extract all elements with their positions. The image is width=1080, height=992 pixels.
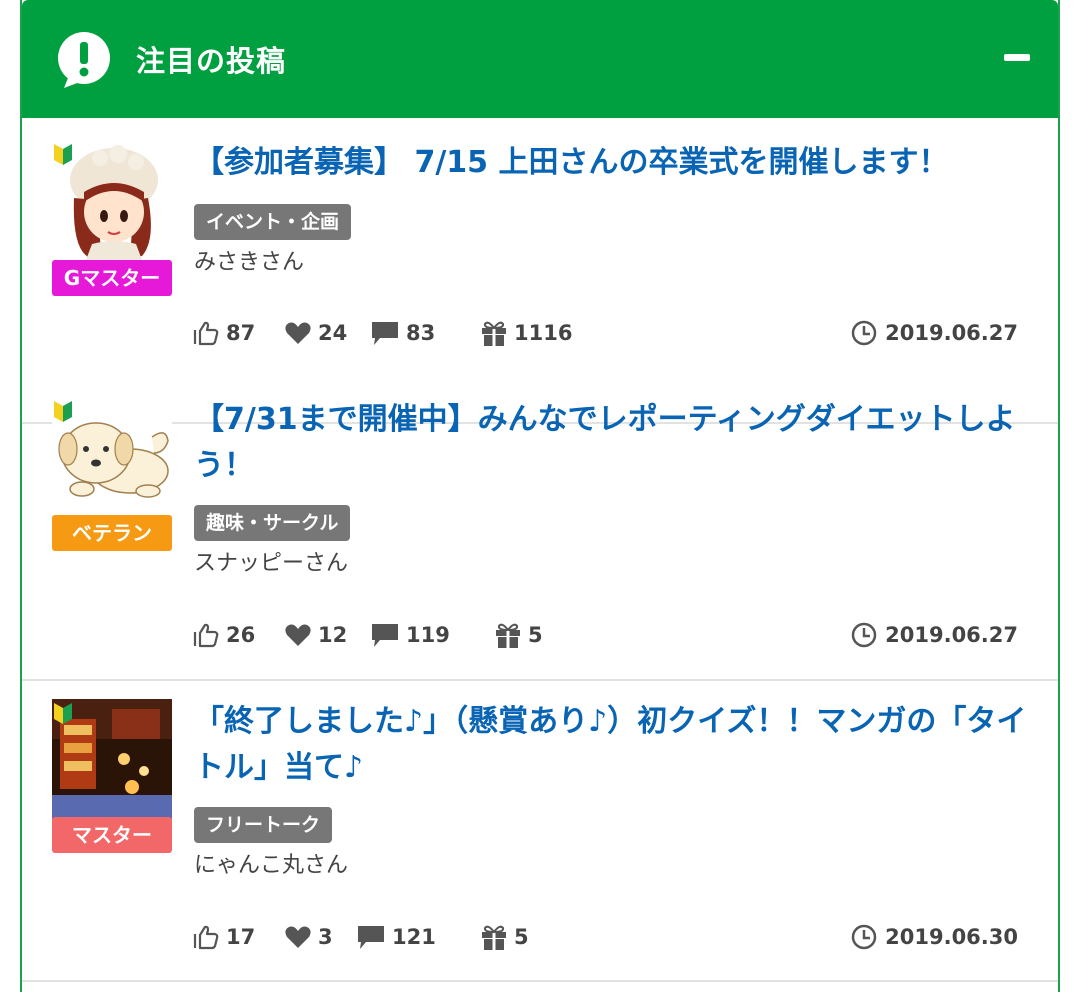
- like-count[interactable]: 17: [192, 922, 255, 952]
- date-value: 2019.06.27: [885, 623, 1018, 647]
- rank-badge: Gマスター: [52, 260, 172, 296]
- favorite-count-value: 24: [318, 321, 348, 345]
- heart-icon: [285, 322, 311, 344]
- thumbs-up-icon: [193, 925, 219, 950]
- gift-count-value: 5: [514, 925, 529, 949]
- date-value: 2019.06.30: [885, 925, 1018, 949]
- post-title-link[interactable]: 【7/31まで開催中】みんなでレポーティングダイエットしよう！: [194, 397, 1034, 489]
- favorite-count-value: 12: [318, 623, 348, 647]
- gift-count[interactable]: 5: [494, 620, 543, 650]
- gift-count[interactable]: 1116: [480, 318, 572, 348]
- beginner-mark-icon: [54, 144, 72, 165]
- thumbs-up-icon: [193, 623, 219, 648]
- like-count[interactable]: 26: [192, 620, 255, 650]
- post-title-link[interactable]: 【参加者募集】 7/15 上田さんの卒業式を開催します！: [194, 140, 1034, 186]
- comment-count-value: 83: [406, 321, 436, 345]
- author-name[interactable]: にゃんこ丸さん: [194, 847, 348, 879]
- comment-count[interactable]: 121: [356, 922, 436, 952]
- gift-count-value: 5: [528, 623, 543, 647]
- comment-icon: [358, 926, 384, 949]
- post-item[interactable]: ベテラン 【7/31まで開催中】みんなでレポーティングダイエットしよう！ 趣味・…: [22, 377, 1058, 681]
- like-count-value: 87: [226, 321, 256, 345]
- comment-icon: [372, 624, 398, 647]
- panel-title: 注目の投稿: [136, 44, 287, 78]
- gift-icon: [496, 623, 520, 648]
- alert-bubble-icon: [58, 32, 110, 88]
- beginner-mark-icon: [54, 703, 72, 724]
- post-title-link[interactable]: 「終了しました♪」（懸賞あり♪）初クイズ！！マンガの「タイトル」当て♪: [194, 699, 1034, 791]
- author-name[interactable]: みさきさん: [194, 244, 304, 276]
- post-date: 2019.06.30: [851, 922, 1018, 952]
- beginner-mark-icon: [54, 401, 72, 422]
- clock-icon: [851, 924, 877, 950]
- date-value: 2019.06.27: [885, 321, 1018, 345]
- comment-count[interactable]: 119: [370, 620, 450, 650]
- post-item[interactable]: マスター 「終了しました♪」（懸賞あり♪）初クイズ！！マンガの「タイトル」当て♪…: [22, 679, 1058, 982]
- comment-count-value: 119: [406, 623, 450, 647]
- clock-icon: [851, 622, 877, 648]
- gift-icon: [482, 321, 506, 346]
- favorite-count-value: 3: [318, 925, 333, 949]
- category-tag[interactable]: 趣味・サークル: [194, 505, 351, 541]
- category-tag[interactable]: イベント・企画: [194, 204, 352, 240]
- minus-icon[interactable]: [1004, 54, 1030, 61]
- comment-count[interactable]: 83: [370, 318, 435, 348]
- heart-icon: [285, 926, 311, 948]
- like-count[interactable]: 87: [192, 318, 255, 348]
- favorite-count[interactable]: 12: [284, 620, 347, 650]
- rank-badge: ベテラン: [52, 515, 172, 551]
- thumbs-up-icon: [193, 321, 219, 346]
- featured-posts-panel: 注目の投稿 Gマスター 【参加者募集】 7/15 上田さんの卒業式を開催します！…: [20, 0, 1060, 992]
- author-name[interactable]: スナッピーさん: [194, 545, 348, 577]
- heart-icon: [285, 624, 311, 646]
- category-tag[interactable]: フリートーク: [194, 807, 333, 843]
- rank-badge: マスター: [52, 817, 172, 853]
- panel-header: 注目の投稿: [22, 0, 1058, 118]
- comment-icon: [372, 322, 398, 345]
- post-date: 2019.06.27: [851, 620, 1018, 650]
- post-date: 2019.06.27: [851, 318, 1018, 348]
- like-count-value: 26: [226, 623, 256, 647]
- favorite-count[interactable]: 3: [284, 922, 333, 952]
- gift-icon: [482, 925, 506, 950]
- gift-count-value: 1116: [514, 321, 573, 345]
- like-count-value: 17: [226, 925, 256, 949]
- gift-count[interactable]: 5: [480, 922, 529, 952]
- comment-count-value: 121: [392, 925, 436, 949]
- favorite-count[interactable]: 24: [284, 318, 347, 348]
- clock-icon: [851, 320, 877, 346]
